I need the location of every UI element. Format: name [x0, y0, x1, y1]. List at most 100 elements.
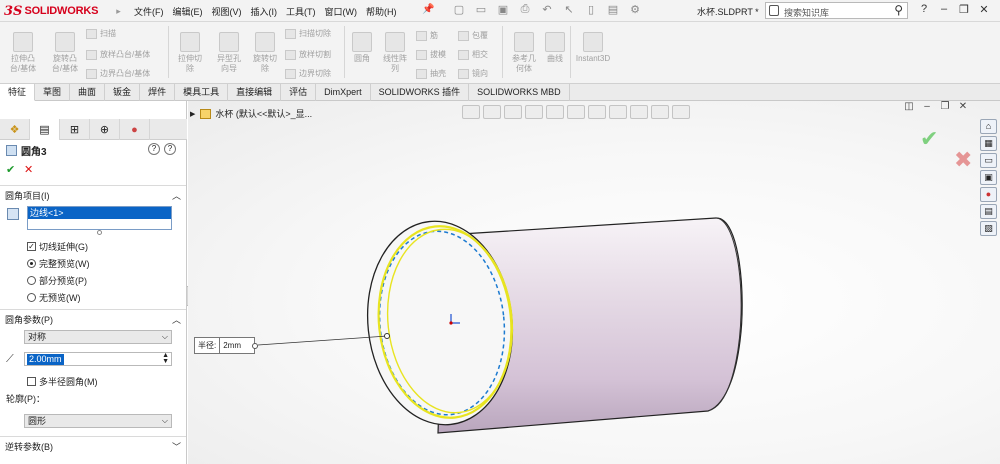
file-properties-icon[interactable]: ▤	[602, 3, 624, 19]
search-knowledge-base[interactable]: 搜索知识库 ⚲	[765, 2, 908, 19]
intersect-button[interactable]: 相交	[458, 49, 488, 60]
chevron-up-icon[interactable]: ︿	[172, 313, 181, 326]
revolve-boss-button[interactable]: 旋转凸 台/基体	[45, 32, 85, 74]
help-icon[interactable]: ?	[164, 143, 176, 155]
tab-dimxpert[interactable]: DimXpert	[316, 84, 371, 101]
tab-mbd[interactable]: SOLIDWORKS MBD	[469, 84, 570, 101]
loft-cut-button[interactable]: 放样切割	[285, 49, 331, 60]
tab-sketch[interactable]: 草图	[35, 84, 71, 101]
radius-value[interactable]: 2.00mm	[27, 354, 64, 365]
reverse-params-header[interactable]: 逆转参数(B) ﹀	[0, 438, 186, 454]
extrude-cut-button[interactable]: 拉伸切 除	[172, 32, 208, 74]
display-manager-tab[interactable]: ●	[120, 119, 150, 140]
solidworks-logo[interactable]: 3S SOLIDWORKS ▸	[4, 3, 121, 19]
undo-icon[interactable]: ↶	[536, 3, 558, 19]
graphics-area[interactable]: ▶ 水杯 (默认<<默认>_显... ◫ – ❐ ✕ ✔ ✖ ⌂ ▦ ▭ ▣ ●…	[188, 101, 1000, 464]
chevron-up-icon[interactable]: ︿	[172, 189, 181, 202]
hole-wizard-button[interactable]: 异型孔 向导	[210, 32, 248, 74]
tab-direct-editing[interactable]: 直接编辑	[228, 84, 282, 101]
radius-callout[interactable]: 半径: 2mm	[194, 337, 258, 354]
sweep-button[interactable]: 扫描	[86, 28, 116, 39]
wrap-button[interactable]: 包覆	[458, 30, 488, 41]
extrude-boss-button[interactable]: 拉伸凸 台/基体	[3, 32, 43, 74]
boundary-boss-button[interactable]: 边界凸台/基体	[86, 68, 150, 79]
reference-geometry-button[interactable]: 参考几 何体	[506, 32, 542, 74]
search-input[interactable]: 搜索知识库	[784, 6, 829, 19]
dimxpert-manager-tab[interactable]: ⊕	[90, 119, 120, 140]
tab-surfaces[interactable]: 曲面	[70, 84, 106, 101]
print-icon[interactable]: ⎙	[514, 3, 536, 19]
minimize-icon[interactable]: –	[934, 3, 954, 16]
radius-callout-value[interactable]: 2mm	[220, 341, 241, 350]
revolve-cut-button[interactable]: 旋转切 除	[248, 32, 282, 74]
full-preview-option[interactable]: 完整预览(W)	[27, 257, 90, 270]
draft-button[interactable]: 拔模	[416, 49, 446, 60]
partial-preview-option[interactable]: 部分预览(P)	[27, 274, 87, 287]
tab-mold-tools[interactable]: 模具工具	[175, 84, 229, 101]
configuration-manager-tab[interactable]: ⊞	[60, 119, 90, 140]
menu-help[interactable]: 帮助(H)	[366, 5, 397, 18]
tangent-propagation-option[interactable]: ✓ 切线延伸(G)	[27, 240, 88, 253]
menu-window[interactable]: 窗口(W)	[325, 5, 358, 18]
tangent-propagation-checkbox[interactable]: ✓	[27, 242, 36, 251]
menu-view[interactable]: 视图(V)	[212, 5, 242, 18]
tab-addins[interactable]: SOLIDWORKS 插件	[371, 84, 470, 101]
property-manager-tab[interactable]: ▤	[30, 119, 60, 140]
cylinder-model[interactable]	[188, 101, 1000, 464]
rebuild-icon[interactable]: ▯	[580, 3, 602, 19]
menu-file[interactable]: 文件(F)	[134, 5, 164, 18]
close-icon[interactable]: ✕	[974, 3, 994, 16]
full-preview-radio[interactable]	[27, 259, 36, 268]
no-preview-radio[interactable]	[27, 293, 36, 302]
cancel-button[interactable]: ✕	[24, 163, 33, 176]
linear-pattern-button[interactable]: 线性阵 列	[377, 32, 413, 74]
fillet-items-header[interactable]: 圆角项目(I) ︿	[0, 187, 186, 203]
tab-evaluate[interactable]: 评估	[281, 84, 317, 101]
chevron-right-icon[interactable]: ▸	[116, 6, 121, 17]
loft-boss-button[interactable]: 放样凸台/基体	[86, 49, 150, 60]
select-arrow-icon[interactable]: ↖	[558, 3, 580, 19]
search-icon[interactable]: ⚲	[894, 3, 903, 17]
symmetric-dropdown[interactable]: 对称 ⌵	[24, 330, 172, 344]
no-preview-option[interactable]: 无预览(W)	[27, 291, 81, 304]
rib-button[interactable]: 筋	[416, 30, 438, 41]
fillet-button[interactable]: 圆角	[348, 32, 376, 64]
ok-button[interactable]: ✔	[6, 163, 15, 176]
tab-sheet-metal[interactable]: 钣金	[105, 84, 141, 101]
spinner-arrows-icon[interactable]: ▲ ▼	[162, 352, 169, 365]
boundary-cut-button[interactable]: 边界切除	[285, 68, 331, 79]
new-document-icon[interactable]: ▢	[448, 3, 470, 19]
resize-handle[interactable]	[97, 230, 102, 235]
profile-dropdown[interactable]: 圆形 ⌵	[24, 414, 172, 428]
multi-radius-option[interactable]: 多半径圆角(M)	[27, 375, 98, 388]
instant3d-button[interactable]: Instant3D	[572, 32, 614, 64]
revolve-boss-icon	[55, 32, 75, 52]
menu-edit[interactable]: 编辑(E)	[173, 5, 203, 18]
options-gear-icon[interactable]: ⚙	[624, 3, 646, 19]
shell-button[interactable]: 抽壳	[416, 68, 446, 79]
chevron-down-icon[interactable]: ﹀	[172, 440, 181, 453]
tab-features[interactable]: 特征	[0, 84, 36, 101]
restore-icon[interactable]: ❐	[954, 3, 974, 16]
pin-icon[interactable]: 📌	[422, 4, 434, 15]
extrude-cut-icon	[180, 32, 200, 52]
multi-radius-checkbox[interactable]	[27, 377, 36, 386]
tab-weldments[interactable]: 焊件	[140, 84, 176, 101]
help-icon[interactable]: ?	[914, 3, 934, 16]
curves-button[interactable]: 曲线	[542, 32, 568, 64]
menu-insert[interactable]: 插入(I)	[251, 5, 278, 18]
sweep-cut-button[interactable]: 扫描切除	[285, 28, 331, 39]
radius-input[interactable]: 2.00mm ▲ ▼	[24, 352, 172, 366]
partial-preview-radio[interactable]	[27, 276, 36, 285]
mirror-button[interactable]: 镜向	[458, 68, 488, 79]
detailed-preview-icon[interactable]: ?	[148, 143, 160, 155]
sweep-icon	[86, 28, 97, 39]
edge-selection-box[interactable]: 边线<1>	[27, 206, 172, 230]
save-icon[interactable]: ▣	[492, 3, 514, 19]
feature-tree-tab[interactable]: ❖	[0, 119, 30, 140]
revolve-cut-label: 旋转切 除	[253, 54, 277, 73]
menu-tools[interactable]: 工具(T)	[286, 5, 316, 18]
selected-edge-item[interactable]: 边线<1>	[28, 207, 171, 219]
fillet-params-header[interactable]: 圆角参数(P) ︿	[0, 311, 186, 327]
open-folder-icon[interactable]: ▭	[470, 3, 492, 19]
